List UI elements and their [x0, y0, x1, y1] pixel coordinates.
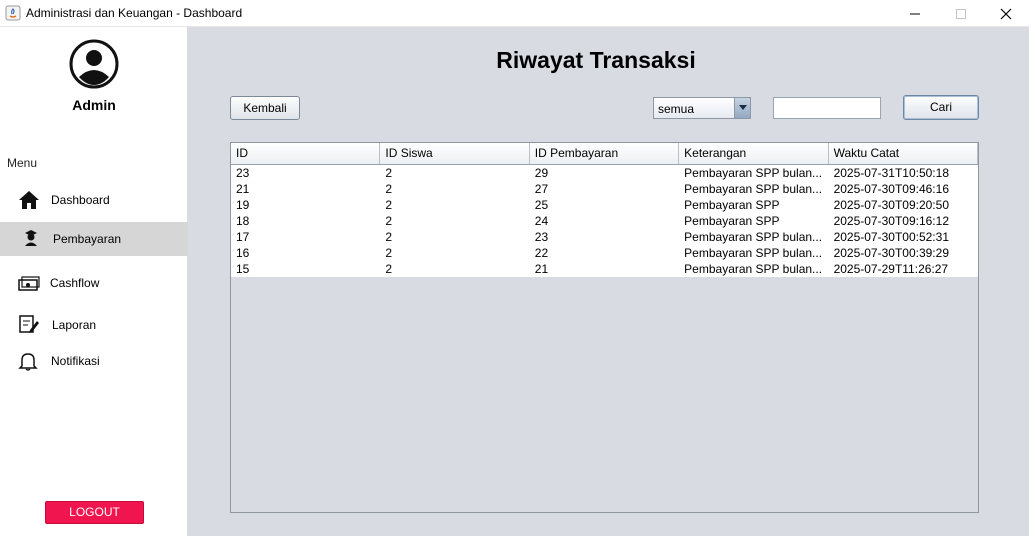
- sidebar-item-label: Laporan: [52, 318, 97, 332]
- minimize-icon: [910, 13, 920, 14]
- sidebar-item-label: Cashflow: [50, 276, 100, 290]
- search-input[interactable]: [773, 97, 881, 119]
- close-icon: [1000, 8, 1012, 19]
- table-cell: 21: [534, 262, 549, 276]
- table-header: ID ID Siswa ID Pembayaran Keterangan Wak…: [231, 143, 978, 165]
- table-cell: 18: [236, 214, 250, 228]
- transactions-table: ID ID Siswa ID Pembayaran Keterangan Wak…: [230, 142, 979, 513]
- table-cell: 2025-07-29T11:26:27: [833, 262, 949, 276]
- sidebar-item-laporan[interactable]: Laporan: [0, 308, 188, 342]
- main-panel: Riwayat Transaksi Kembali semua Cari ID …: [188, 27, 1029, 536]
- page-title: Riwayat Transaksi: [496, 47, 696, 73]
- filter-selected-value: semua: [658, 102, 695, 116]
- table-cell: 24: [534, 214, 549, 228]
- column-header-id[interactable]: ID: [231, 143, 381, 164]
- sidebar-item-label: Dashboard: [51, 193, 110, 207]
- maximize-icon: [956, 8, 966, 19]
- table-cell: 2: [385, 166, 393, 180]
- logout-button[interactable]: LOGOUT: [45, 501, 144, 524]
- maximize-button[interactable]: [938, 0, 984, 27]
- table-cell: 2: [385, 214, 393, 228]
- table-cell: 25: [534, 198, 549, 212]
- table-cell: 2025-07-30T09:16:12: [833, 214, 949, 228]
- table-cell: Pembayaran SPP bulan...: [684, 182, 823, 196]
- table-cell: 15: [236, 262, 250, 276]
- window-title: Administrasi dan Keuangan - Dashboard: [26, 6, 243, 20]
- close-button[interactable]: [983, 0, 1029, 27]
- student-icon: [22, 229, 44, 249]
- table-cell: 2: [385, 230, 393, 244]
- sidebar-item-pembayaran[interactable]: Pembayaran: [0, 222, 188, 256]
- table-row[interactable]: 23 2 29 Pembayaran SPP bulan... 2025-07-…: [231, 165, 978, 181]
- column-header-waktu-catat[interactable]: Waktu Catat: [829, 143, 978, 164]
- minimize-button[interactable]: [892, 0, 938, 27]
- user-name: Admin: [72, 97, 116, 113]
- table-cell: 23: [236, 166, 250, 180]
- table-cell: Pembayaran SPP: [684, 198, 780, 212]
- column-header-keterangan[interactable]: Keterangan: [679, 143, 829, 164]
- sidebar-item-label: Pembayaran: [53, 232, 122, 246]
- table-cell: Pembayaran SPP bulan...: [684, 166, 823, 180]
- table-body: 23 2 29 Pembayaran SPP bulan... 2025-07-…: [231, 165, 978, 277]
- java-app-icon: [5, 5, 21, 21]
- sidebar: Admin Menu Dashboard Pembayaran Cashflow…: [0, 27, 188, 536]
- table-cell: Pembayaran SPP bulan...: [684, 246, 823, 260]
- table-row[interactable]: 21 2 27 Pembayaran SPP bulan... 2025-07-…: [231, 181, 978, 197]
- table-cell: 2: [385, 182, 393, 196]
- chevron-down-icon[interactable]: [734, 98, 750, 118]
- table-row[interactable]: 16 2 22 Pembayaran SPP bulan... 2025-07-…: [231, 245, 978, 261]
- table-row[interactable]: 18 2 24 Pembayaran SPP 2025-07-30T09:16:…: [231, 213, 978, 229]
- table-cell: 2025-07-30T00:39:29: [833, 246, 949, 260]
- table-cell: Pembayaran SPP bulan...: [684, 262, 823, 276]
- home-icon: [18, 190, 40, 210]
- title-bar: Administrasi dan Keuangan - Dashboard: [0, 0, 1029, 27]
- table-cell: Pembayaran SPP bulan...: [684, 230, 823, 244]
- table-row[interactable]: 15 2 21 Pembayaran SPP bulan... 2025-07-…: [231, 261, 978, 277]
- table-cell: 19: [236, 198, 250, 212]
- table-cell: 2025-07-30T09:46:16: [833, 182, 949, 196]
- table-cell: 2: [385, 262, 393, 276]
- search-button[interactable]: Cari: [903, 95, 979, 120]
- report-edit-icon: [18, 315, 40, 335]
- table-cell: 2025-07-31T10:50:18: [833, 166, 949, 180]
- table-row[interactable]: 17 2 23 Pembayaran SPP bulan... 2025-07-…: [231, 229, 978, 245]
- table-cell: 21: [236, 182, 250, 196]
- filter-select[interactable]: semua: [653, 97, 751, 119]
- column-header-id-pembayaran[interactable]: ID Pembayaran: [530, 143, 680, 164]
- menu-heading: Menu: [7, 156, 38, 170]
- sidebar-item-label: Notifikasi: [51, 354, 100, 368]
- column-header-id-siswa[interactable]: ID Siswa: [380, 143, 530, 164]
- table-cell: 27: [534, 182, 549, 196]
- table-cell: Pembayaran SPP: [684, 214, 780, 228]
- table-cell: 16: [236, 246, 250, 260]
- table-row[interactable]: 19 2 25 Pembayaran SPP 2025-07-30T09:20:…: [231, 197, 978, 213]
- table-cell: 22: [534, 246, 549, 260]
- sidebar-item-cashflow[interactable]: Cashflow: [0, 266, 188, 300]
- sidebar-item-dashboard[interactable]: Dashboard: [0, 183, 188, 217]
- table-cell: 23: [534, 230, 549, 244]
- cash-icon: [18, 273, 40, 293]
- bell-icon: [18, 351, 40, 371]
- table-cell: 2025-07-30T00:52:31: [833, 230, 949, 244]
- table-cell: 29: [534, 166, 549, 180]
- avatar-icon: [69, 39, 119, 89]
- table-cell: 2: [385, 198, 393, 212]
- table-cell: 2025-07-30T09:20:50: [833, 198, 949, 212]
- back-button[interactable]: Kembali: [230, 96, 300, 120]
- sidebar-item-notifikasi[interactable]: Notifikasi: [0, 344, 188, 378]
- table-cell: 17: [236, 230, 250, 244]
- table-cell: 2: [385, 246, 393, 260]
